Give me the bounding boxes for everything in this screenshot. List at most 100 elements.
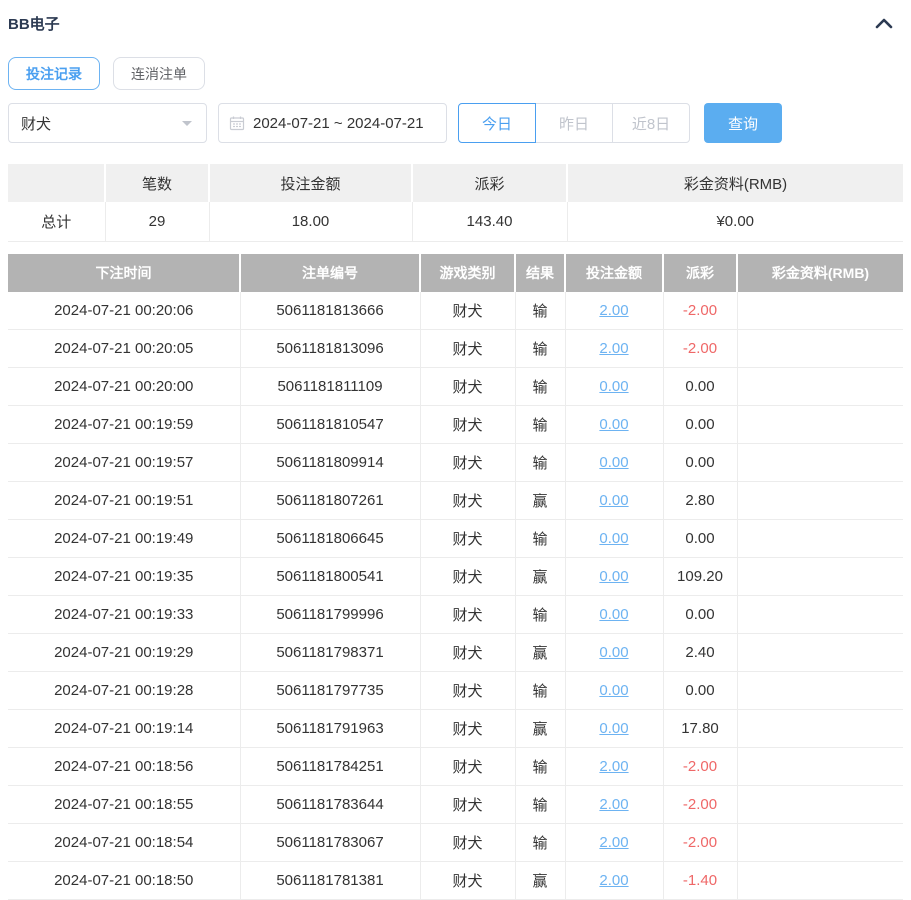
- payout-cell: -2.00: [663, 824, 737, 862]
- collapse-panel-button[interactable]: [871, 12, 897, 34]
- bet-time-cell: 2024-07-21 00:20:05: [8, 330, 240, 368]
- bonus-cell: [737, 748, 903, 786]
- game-select-value: 财犬: [21, 113, 51, 134]
- bet-id-cell: 5061181791963: [240, 710, 420, 748]
- quick-date-buttons: 今日 昨日 近8日: [458, 103, 690, 143]
- bet-time-cell: 2024-07-21 00:19:57: [8, 444, 240, 482]
- bet-amount-link[interactable]: 2.00: [599, 872, 628, 889]
- yesterday-button[interactable]: 昨日: [535, 103, 613, 143]
- bonus-cell: [737, 292, 903, 330]
- table-row: 2024-07-21 00:19:33 5061181799996 财犬 输 0…: [8, 596, 903, 634]
- result-cell: 输: [515, 292, 565, 330]
- bonus-cell: [737, 330, 903, 368]
- table-row: 2024-07-21 00:19:29 5061181798371 财犬 赢 0…: [8, 634, 903, 672]
- query-button[interactable]: 查询: [704, 103, 782, 143]
- game-type-cell: 财犬: [420, 330, 515, 368]
- payout-cell: 2.80: [663, 482, 737, 520]
- summary-total-row: 总计 29 18.00 143.40 ¥0.00: [8, 202, 903, 241]
- result-cell: 赢: [515, 482, 565, 520]
- payout-cell: 0.00: [663, 368, 737, 406]
- chevron-down-icon: [182, 121, 192, 126]
- bet-time-cell: 2024-07-21 00:18:54: [8, 824, 240, 862]
- table-row: 2024-07-21 00:19:35 5061181800541 财犬 赢 0…: [8, 558, 903, 596]
- bet-amount-link[interactable]: 0.00: [599, 644, 628, 661]
- header-bet-id: 注单编号: [240, 254, 420, 292]
- bet-amount-link[interactable]: 2.00: [599, 340, 628, 357]
- payout-cell: -2.00: [663, 330, 737, 368]
- table-row: 2024-07-21 00:19:51 5061181807261 财犬 赢 0…: [8, 482, 903, 520]
- game-type-cell: 财犬: [420, 368, 515, 406]
- bet-amount-link[interactable]: 0.00: [599, 568, 628, 585]
- header-payout: 派彩: [663, 254, 737, 292]
- bet-id-cell: 5061181800541: [240, 558, 420, 596]
- game-select[interactable]: 财犬: [8, 103, 207, 143]
- payout-cell: 0.00: [663, 406, 737, 444]
- tab-bet-records[interactable]: 投注记录: [8, 57, 100, 90]
- summary-total-label: 总计: [8, 202, 105, 241]
- bet-amount-link[interactable]: 0.00: [599, 682, 628, 699]
- bet-amount-cell: 2.00: [565, 292, 663, 330]
- bet-amount-link[interactable]: 0.00: [599, 454, 628, 471]
- bet-records-table: 下注时间 注单编号 游戏类别 结果 投注金额 派彩 彩金资料(RMB) 2024…: [8, 254, 903, 900]
- bet-amount-link[interactable]: 0.00: [599, 378, 628, 395]
- bet-time-cell: 2024-07-21 00:19:59: [8, 406, 240, 444]
- bet-amount-cell: 0.00: [565, 406, 663, 444]
- bet-amount-link[interactable]: 0.00: [599, 720, 628, 737]
- tab-cancelled-bets[interactable]: 连消注单: [113, 57, 205, 90]
- records-header-row: 下注时间 注单编号 游戏类别 结果 投注金额 派彩 彩金资料(RMB): [8, 254, 903, 292]
- result-cell: 赢: [515, 710, 565, 748]
- header-game-type: 游戏类别: [420, 254, 515, 292]
- bet-id-cell: 5061181783644: [240, 786, 420, 824]
- result-cell: 输: [515, 330, 565, 368]
- bet-id-cell: 5061181784251: [240, 748, 420, 786]
- bet-amount-link[interactable]: 2.00: [599, 834, 628, 851]
- bet-amount-cell: 0.00: [565, 444, 663, 482]
- header-bonus: 彩金资料(RMB): [737, 254, 903, 292]
- today-button[interactable]: 今日: [458, 103, 536, 143]
- bet-amount-cell: 2.00: [565, 330, 663, 368]
- result-cell: 赢: [515, 634, 565, 672]
- summary-header-bet-amount: 投注金额: [209, 164, 412, 202]
- bet-amount-link[interactable]: 0.00: [599, 492, 628, 509]
- bet-time-cell: 2024-07-21 00:19:49: [8, 520, 240, 558]
- bonus-cell: [737, 482, 903, 520]
- result-cell: 输: [515, 406, 565, 444]
- header-bet-amount: 投注金额: [565, 254, 663, 292]
- bet-amount-link[interactable]: 2.00: [599, 758, 628, 775]
- bet-id-cell: 5061181813096: [240, 330, 420, 368]
- summary-total-bonus: ¥0.00: [567, 202, 903, 241]
- bet-id-cell: 5061181797735: [240, 672, 420, 710]
- result-cell: 输: [515, 672, 565, 710]
- bet-amount-link[interactable]: 2.00: [599, 796, 628, 813]
- table-row: 2024-07-21 00:18:55 5061181783644 财犬 输 2…: [8, 786, 903, 824]
- bonus-cell: [737, 444, 903, 482]
- last-8-days-button[interactable]: 近8日: [612, 103, 690, 143]
- payout-cell: 17.80: [663, 710, 737, 748]
- bet-amount-link[interactable]: 0.00: [599, 530, 628, 547]
- bet-amount-cell: 0.00: [565, 634, 663, 672]
- result-cell: 输: [515, 368, 565, 406]
- bonus-cell: [737, 520, 903, 558]
- bet-amount-link[interactable]: 2.00: [599, 302, 628, 319]
- bet-time-cell: 2024-07-21 00:19:29: [8, 634, 240, 672]
- bet-amount-link[interactable]: 0.00: [599, 606, 628, 623]
- payout-cell: 0.00: [663, 596, 737, 634]
- bet-amount-cell: 0.00: [565, 672, 663, 710]
- bet-time-cell: 2024-07-21 00:18:55: [8, 786, 240, 824]
- game-type-cell: 财犬: [420, 634, 515, 672]
- bet-amount-cell: 0.00: [565, 520, 663, 558]
- header-result: 结果: [515, 254, 565, 292]
- game-type-cell: 财犬: [420, 558, 515, 596]
- bet-amount-link[interactable]: 0.00: [599, 416, 628, 433]
- bonus-cell: [737, 634, 903, 672]
- record-type-tabs: 投注记录 连消注单: [8, 57, 903, 90]
- summary-header-bonus: 彩金资料(RMB): [567, 164, 903, 202]
- payout-cell: -2.00: [663, 786, 737, 824]
- header-bet-time: 下注时间: [8, 254, 240, 292]
- panel-header: BB电子: [8, 12, 903, 34]
- table-row: 2024-07-21 00:18:56 5061181784251 财犬 输 2…: [8, 748, 903, 786]
- bet-time-cell: 2024-07-21 00:19:35: [8, 558, 240, 596]
- bonus-cell: [737, 824, 903, 862]
- bet-id-cell: 5061181798371: [240, 634, 420, 672]
- date-range-input[interactable]: 2024-07-21 ~ 2024-07-21: [218, 103, 447, 143]
